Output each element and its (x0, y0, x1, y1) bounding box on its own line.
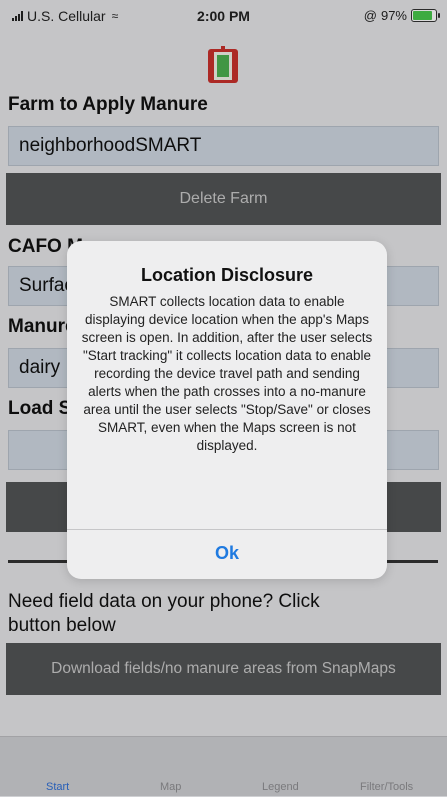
ok-button[interactable]: Ok (67, 530, 387, 579)
location-disclosure-dialog: Location Disclosure SMART collects locat… (67, 241, 387, 579)
dialog-title: Location Disclosure (140, 265, 314, 285)
dialog-message: SMART collects location data to enable d… (81, 294, 373, 453)
